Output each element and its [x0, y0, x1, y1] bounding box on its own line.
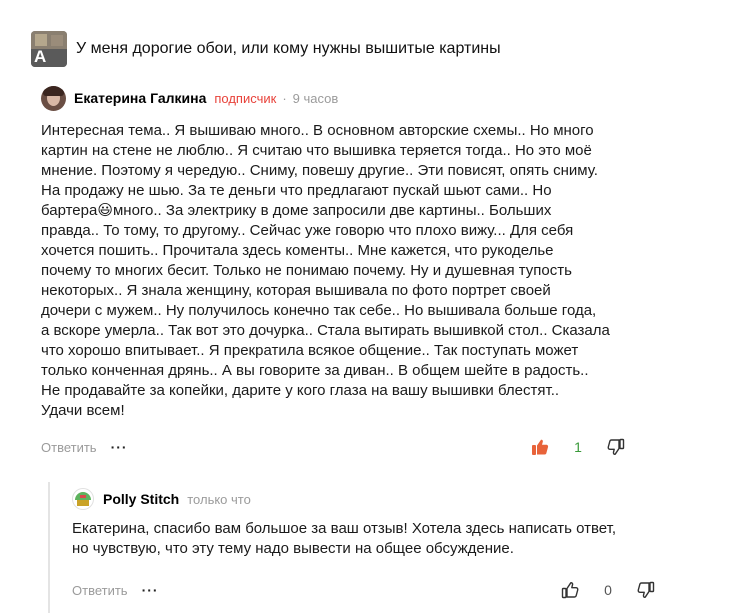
comment-actions: Ответить ···	[41, 435, 128, 459]
article-header: A У меня дорогие обои, или кому нужны вы…	[31, 31, 501, 67]
reply-dislike-icon[interactable]	[635, 579, 657, 601]
reply-reply-button[interactable]: Ответить	[72, 583, 128, 598]
reply-like-count: 0	[604, 582, 612, 598]
reply-author-name[interactable]: Polly Stitch	[103, 491, 179, 507]
comment-author-row: Екатерина Галкина подписчик · 9 часов	[41, 85, 641, 111]
reply-thread: Polly Stitch только что Екатерина, спаси…	[48, 482, 690, 613]
comment-votes: 1	[529, 435, 627, 459]
reply-line: но чувствую, что эту тему надо вывести н…	[72, 540, 514, 557]
comment-line: Не продавайте за копейки, дарите у кого …	[41, 382, 560, 399]
reply-votes: 0	[559, 578, 657, 602]
subscriber-badge: подписчик	[214, 90, 277, 106]
author-avatar[interactable]	[41, 85, 66, 111]
reply-button[interactable]: Ответить	[41, 440, 97, 455]
comment-line: Удачи всем!	[41, 402, 125, 419]
comment-line: мнение. Поэтому я чередую.. Сниму, повеш…	[41, 162, 598, 179]
comment-line: некоторых.. Я знала женщину, которая выш…	[41, 282, 551, 299]
comment-line: почему то многих бесит. Только не понима…	[41, 262, 572, 279]
comment-time: 9 часов	[292, 90, 339, 106]
reply-time: только что	[187, 491, 251, 507]
comment: Екатерина Галкина подписчик · 9 часов Ин…	[41, 85, 641, 421]
comment-text: Интересная тема.. Я вышиваю много.. В ос…	[41, 121, 631, 421]
reply-more-options-button[interactable]: ···	[142, 582, 159, 598]
comment-line: что хорошо впитывает.. Я прекратила всяк…	[41, 342, 579, 359]
article-title[interactable]: У меня дорогие обои, или кому нужны выши…	[76, 40, 501, 58]
like-count: 1	[574, 439, 582, 455]
dislike-icon[interactable]	[605, 436, 627, 458]
article-thumbnail[interactable]: A	[31, 31, 67, 67]
comment-line: правда.. То тому, то другому.. Сейчас уж…	[41, 222, 574, 239]
like-icon[interactable]	[529, 436, 551, 458]
comment-line: На продажу не шью. За те деньги что пред…	[41, 182, 552, 199]
more-options-button[interactable]: ···	[111, 439, 128, 455]
comment-line: картин на стене не люблю.. Я считаю что …	[41, 142, 592, 159]
comment-line: хочется пошить.. Прочитала здесь коменты…	[41, 242, 554, 259]
comment-line: а вскоре умерла.. Так вот это дочурка.. …	[41, 322, 610, 339]
reply-like-icon[interactable]	[559, 579, 581, 601]
comment-line: Интересная тема.. Я вышиваю много.. В ос…	[41, 122, 594, 139]
reply-text: Екатерина, спасибо вам большое за ваш от…	[72, 519, 672, 559]
comment-line: бартера😃много.. За электрику в доме запр…	[41, 202, 552, 219]
author-name[interactable]: Екатерина Галкина	[74, 90, 206, 106]
comment-line: только конченная дрянь.. А вы говорите з…	[41, 362, 589, 379]
meta-separator: ·	[282, 90, 287, 106]
reply-avatar[interactable]	[72, 488, 94, 510]
reply-line: Екатерина, спасибо вам большое за ваш от…	[72, 520, 617, 537]
reply-actions: Ответить ···	[72, 578, 159, 602]
reply-author-row: Polly Stitch только что	[72, 487, 251, 511]
comment-line: дочери с мужем.. Ну получилось конечно т…	[41, 302, 597, 319]
thumbnail-letter: A	[34, 47, 47, 66]
